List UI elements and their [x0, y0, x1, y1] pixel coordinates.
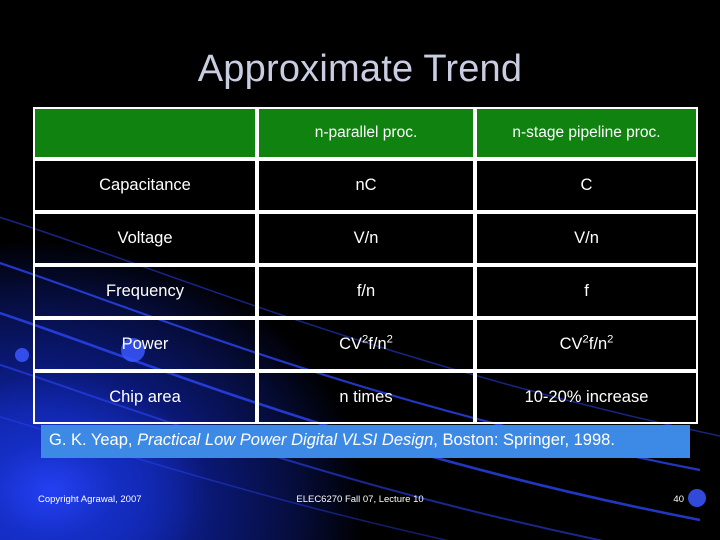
table-body: Capacitance nC C Voltage V/n V/n Frequen…: [33, 159, 698, 424]
table-row: Capacitance nC C: [33, 159, 698, 212]
citation-book-title: Practical Low Power Digital VLSI Design: [137, 431, 434, 449]
page-title: Approximate Trend: [197, 48, 523, 90]
row-label-voltage: Voltage: [33, 212, 257, 265]
table-row: Frequency f/n f: [33, 265, 698, 318]
formula-base-2: f/n: [368, 335, 387, 353]
cell-voltage-pipeline: V/n: [475, 212, 698, 265]
table-row: Voltage V/n V/n: [33, 212, 698, 265]
cell-capacitance-pipeline: C: [475, 159, 698, 212]
cell-chip-area-pipeline: 10-20% increase: [475, 371, 698, 424]
cell-power-parallel: CV2f/n2: [257, 318, 475, 371]
column-header-blank: [33, 107, 257, 159]
footer-page-number: 40: [673, 494, 684, 505]
table-header-row: n-parallel proc. n-stage pipeline proc.: [33, 107, 698, 159]
formula-base-1: CV: [339, 335, 363, 353]
formula-exponent-2: 2: [607, 333, 614, 346]
row-label-capacitance: Capacitance: [33, 159, 257, 212]
column-header-n-parallel-proc: n-parallel proc.: [257, 107, 475, 159]
table-row: Chip area n times 10-20% increase: [33, 371, 698, 424]
approximate-trend-table: n-parallel proc. n-stage pipeline proc. …: [33, 107, 698, 424]
row-label-frequency: Frequency: [33, 265, 257, 318]
slide: Approximate Trend n-parallel proc. n-sta…: [0, 0, 720, 540]
cell-capacitance-parallel: nC: [257, 159, 475, 212]
row-label-power: Power: [33, 318, 257, 371]
row-label-chip-area: Chip area: [33, 371, 257, 424]
citation-author: G. K. Yeap,: [49, 431, 138, 449]
cell-frequency-pipeline: f: [475, 265, 698, 318]
formula-base-1: CV: [559, 335, 583, 353]
table-row: Power CV2f/n2 CV2f/n2: [33, 318, 698, 371]
table-header: n-parallel proc. n-stage pipeline proc.: [33, 107, 698, 159]
cell-frequency-parallel: f/n: [257, 265, 475, 318]
formula-exponent-2: 2: [386, 333, 393, 346]
cell-voltage-parallel: V/n: [257, 212, 475, 265]
citation-publisher: , Boston: Springer, 1998.: [433, 431, 615, 449]
column-header-n-stage-pipeline-proc: n-stage pipeline proc.: [475, 107, 698, 159]
formula-base-2: f/n: [588, 335, 608, 353]
cell-power-pipeline: CV2f/n2: [475, 318, 698, 371]
cell-chip-area-parallel: n times: [257, 371, 475, 424]
citation-reference: G. K. Yeap, Practical Low Power Digital …: [41, 425, 690, 458]
